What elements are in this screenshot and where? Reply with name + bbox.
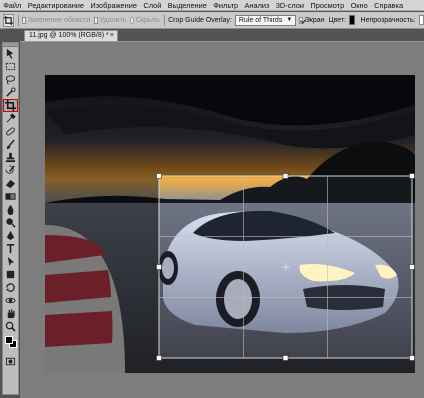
zoom-icon bbox=[5, 321, 16, 332]
photo-car-sunset bbox=[45, 75, 415, 373]
menu-edit[interactable]: Редактирование bbox=[25, 0, 88, 11]
shield-checkbox[interactable] bbox=[22, 16, 26, 24]
quick-mask-button[interactable] bbox=[3, 355, 18, 368]
blur-icon bbox=[7, 204, 14, 215]
screen-label: Экран bbox=[304, 16, 325, 24]
marquee-icon bbox=[5, 62, 16, 71]
crop-tool[interactable] bbox=[3, 99, 18, 112]
stamp-tool[interactable] bbox=[3, 151, 18, 164]
menu-select[interactable]: Выделение bbox=[165, 0, 211, 11]
options-bar: Затенение области Удалить Скрыть Crop Gu… bbox=[0, 12, 424, 29]
image-canvas[interactable] bbox=[45, 75, 415, 373]
eyedropper-icon bbox=[6, 113, 16, 123]
pen-icon bbox=[6, 230, 15, 241]
color-picker bbox=[3, 333, 18, 355]
overlay-label: Crop Guide Overlay: bbox=[168, 16, 232, 24]
close-icon[interactable]: × bbox=[110, 31, 114, 41]
move-tool[interactable] bbox=[3, 47, 18, 60]
document-title: 11.jpg @ 100% (RGB/8) * bbox=[29, 32, 109, 39]
eraser-icon bbox=[5, 179, 16, 189]
shield-color-swatch[interactable] bbox=[349, 15, 355, 25]
history-brush-tool[interactable] bbox=[3, 164, 18, 177]
3d-orbit-tool[interactable] bbox=[3, 294, 18, 307]
blur-tool[interactable] bbox=[3, 203, 18, 216]
quick-select-icon bbox=[6, 87, 16, 97]
chevron-down-icon: ▼ bbox=[286, 17, 293, 23]
crop-icon bbox=[5, 100, 16, 111]
opacity-label: Непрозрачность: bbox=[360, 16, 416, 24]
path-select-icon bbox=[7, 256, 15, 267]
tools-panel bbox=[2, 42, 19, 395]
hide-radio[interactable] bbox=[130, 16, 134, 24]
marquee-tool[interactable] bbox=[3, 60, 18, 73]
overlay-select[interactable]: Rule of Thirds ▼ bbox=[234, 14, 297, 26]
tool-preset-picker[interactable] bbox=[3, 13, 14, 27]
quick-select-tool[interactable] bbox=[3, 86, 18, 99]
brush-tool[interactable] bbox=[3, 138, 18, 151]
menu-file[interactable]: Файл bbox=[0, 0, 25, 11]
lasso-icon bbox=[5, 75, 16, 85]
document-tab[interactable]: 11.jpg @ 100% (RGB/8) * × bbox=[24, 30, 118, 41]
dodge-tool[interactable] bbox=[3, 216, 18, 229]
delete-label: Удалить bbox=[99, 16, 127, 24]
type-tool[interactable] bbox=[3, 242, 18, 255]
eraser-tool[interactable] bbox=[3, 177, 18, 190]
gradient-tool[interactable] bbox=[3, 190, 18, 203]
color-label: Цвет: bbox=[328, 16, 347, 24]
menu-filter[interactable]: Фильтр bbox=[210, 0, 241, 11]
stamp-icon bbox=[5, 152, 16, 163]
dodge-icon bbox=[6, 218, 16, 228]
delete-radio[interactable] bbox=[94, 16, 98, 24]
lasso-tool[interactable] bbox=[3, 73, 18, 86]
shield-label: Затенение области bbox=[27, 16, 91, 24]
type-icon bbox=[6, 244, 15, 254]
menu-view[interactable]: Просмотр bbox=[307, 0, 347, 11]
path-select-tool[interactable] bbox=[3, 255, 18, 268]
crop-icon bbox=[4, 15, 13, 25]
hand-tool[interactable] bbox=[3, 307, 18, 320]
menu-image[interactable]: Изображение bbox=[87, 0, 140, 11]
menu-3d[interactable]: 3D-слои bbox=[273, 0, 308, 11]
menu-bar: Файл Редактирование Изображение Слой Выд… bbox=[0, 0, 424, 11]
pen-tool[interactable] bbox=[3, 229, 18, 242]
quick-mask-icon bbox=[5, 357, 16, 366]
shape-tool[interactable] bbox=[3, 268, 18, 281]
menu-layer[interactable]: Слой bbox=[140, 0, 164, 11]
history-brush-icon bbox=[5, 165, 15, 174]
3d-orbit-icon bbox=[5, 297, 16, 304]
overlay-value: Rule of Thirds bbox=[238, 16, 283, 24]
hand-icon bbox=[7, 309, 15, 319]
brush-icon bbox=[6, 139, 15, 150]
move-icon bbox=[6, 48, 14, 59]
shape-icon bbox=[6, 270, 15, 279]
opacity-field[interactable] bbox=[418, 15, 424, 25]
eyedropper-tool[interactable] bbox=[3, 112, 18, 125]
screen-checkbox[interactable] bbox=[299, 16, 303, 24]
menu-analysis[interactable]: Анализ bbox=[241, 0, 272, 11]
healing-icon bbox=[6, 127, 15, 136]
zoom-tool[interactable] bbox=[3, 320, 18, 333]
menu-window[interactable]: Окно bbox=[347, 0, 371, 11]
3d-rotate-tool[interactable] bbox=[3, 281, 18, 294]
healing-tool[interactable] bbox=[3, 125, 18, 138]
gradient-icon bbox=[5, 193, 16, 200]
menu-help[interactable]: Справка bbox=[371, 0, 406, 11]
hide-label: Скрыть bbox=[135, 16, 160, 24]
3d-rotate-icon bbox=[5, 283, 15, 292]
foreground-color-swatch[interactable] bbox=[5, 336, 13, 344]
